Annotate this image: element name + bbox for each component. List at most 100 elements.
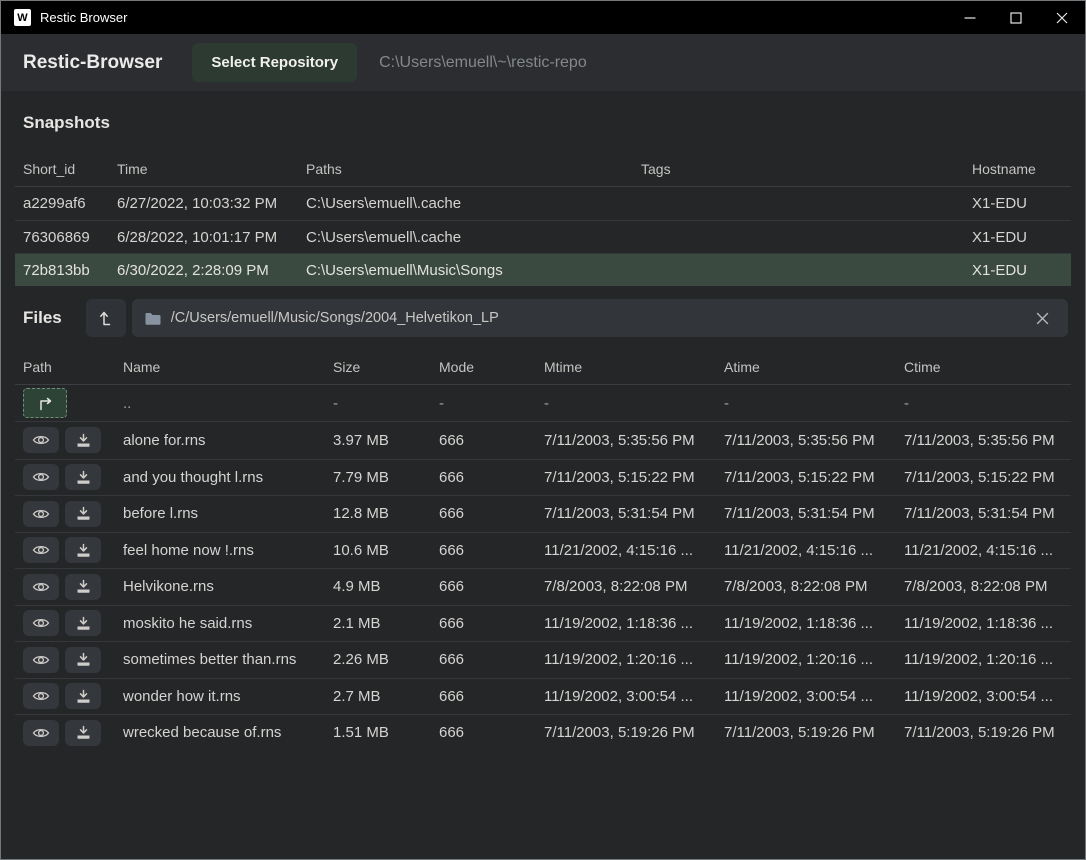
file-ctime: 11/19/2002, 1:20:16 ...: [904, 651, 1071, 668]
app-name: Restic-Browser: [23, 52, 162, 74]
go-up-button[interactable]: [86, 299, 126, 337]
snapshot-time: 6/30/2022, 2:28:09 PM: [117, 262, 306, 279]
download-icon: [76, 689, 91, 704]
file-name: before l.rns: [123, 505, 333, 522]
preview-file-button[interactable]: [23, 720, 59, 746]
download-icon: [76, 470, 91, 485]
download-file-button[interactable]: [65, 427, 101, 453]
parent-name: ..: [123, 395, 333, 412]
file-mtime: 7/11/2003, 5:31:54 PM: [544, 505, 724, 522]
file-row: wonder how it.rns 2.7 MB 666 11/19/2002,…: [15, 678, 1071, 715]
file-row: before l.rns 12.8 MB 666 7/11/2003, 5:31…: [15, 495, 1071, 532]
preview-file-button[interactable]: [23, 683, 59, 709]
download-file-button[interactable]: [65, 501, 101, 527]
snapshot-paths: C:\Users\emuell\.cache: [306, 229, 641, 246]
file-mtime: 7/11/2003, 5:35:56 PM: [544, 432, 724, 449]
preview-file-button[interactable]: [23, 501, 59, 527]
file-name: and you thought l.rns: [123, 469, 333, 486]
window-controls: [947, 1, 1085, 34]
download-icon: [76, 616, 91, 631]
column-name: Name: [123, 359, 333, 375]
file-mtime: 11/19/2002, 1:18:36 ...: [544, 615, 724, 632]
file-atime: 11/19/2002, 1:18:36 ...: [724, 615, 904, 632]
download-file-button[interactable]: [65, 610, 101, 636]
file-name: sometimes better than.rns: [123, 651, 333, 668]
current-path-input[interactable]: /C/Users/emuell/Music/Songs/2004_Helveti…: [132, 299, 1068, 337]
file-atime: 7/8/2003, 8:22:08 PM: [724, 578, 904, 595]
close-icon: [1056, 12, 1068, 24]
snapshots-table-header: Short_id Time Paths Tags Hostname: [15, 151, 1071, 187]
clear-path-button[interactable]: [1028, 304, 1056, 332]
window-title: Restic Browser: [40, 10, 127, 25]
maximize-button[interactable]: [993, 1, 1039, 34]
parent-mode: -: [439, 395, 544, 412]
file-size: 1.51 MB: [333, 724, 439, 741]
close-button[interactable]: [1039, 1, 1085, 34]
file-size: 2.7 MB: [333, 688, 439, 705]
file-mtime: 11/19/2002, 1:20:16 ...: [544, 651, 724, 668]
eye-icon: [32, 726, 50, 740]
snapshot-row[interactable]: a2299af6 6/27/2022, 10:03:32 PM C:\Users…: [15, 187, 1071, 220]
download-icon: [76, 506, 91, 521]
preview-file-button[interactable]: [23, 647, 59, 673]
download-file-button[interactable]: [65, 537, 101, 563]
file-size: 4.9 MB: [333, 578, 439, 595]
app-logo-icon: W: [14, 9, 31, 26]
column-tags: Tags: [641, 161, 972, 177]
column-mtime: Mtime: [544, 359, 724, 375]
eye-icon: [32, 433, 50, 447]
parent-atime: -: [724, 395, 904, 412]
file-mode: 666: [439, 688, 544, 705]
file-atime: 7/11/2003, 5:35:56 PM: [724, 432, 904, 449]
download-icon: [76, 433, 91, 448]
download-file-button[interactable]: [65, 574, 101, 600]
select-repository-button[interactable]: Select Repository: [192, 43, 357, 82]
level-up-icon: [98, 309, 114, 327]
file-ctime: 7/11/2003, 5:31:54 PM: [904, 505, 1071, 522]
minimize-icon: [964, 12, 976, 24]
preview-file-button[interactable]: [23, 464, 59, 490]
download-file-button[interactable]: [65, 720, 101, 746]
column-time: Time: [117, 161, 306, 177]
snapshot-short-id: 72b813bb: [23, 262, 117, 279]
file-mode: 666: [439, 542, 544, 559]
file-mode: 666: [439, 469, 544, 486]
file-name: moskito he said.rns: [123, 615, 333, 632]
column-ctime: Ctime: [904, 359, 1071, 375]
file-mode: 666: [439, 724, 544, 741]
snapshot-row[interactable]: 72b813bb 6/30/2022, 2:28:09 PM C:\Users\…: [15, 253, 1071, 286]
minimize-button[interactable]: [947, 1, 993, 34]
snapshot-time: 6/27/2022, 10:03:32 PM: [117, 195, 306, 212]
download-file-button[interactable]: [65, 683, 101, 709]
preview-file-button[interactable]: [23, 610, 59, 636]
eye-icon: [32, 470, 50, 484]
download-icon: [76, 543, 91, 558]
file-mtime: 7/11/2003, 5:15:22 PM: [544, 469, 724, 486]
download-file-button[interactable]: [65, 464, 101, 490]
clear-icon: [1036, 312, 1049, 325]
file-size: 10.6 MB: [333, 542, 439, 559]
download-file-button[interactable]: [65, 647, 101, 673]
file-name: alone for.rns: [123, 432, 333, 449]
column-short-id: Short_id: [23, 161, 117, 177]
snapshot-hostname: X1-EDU: [972, 195, 1071, 212]
snapshot-short-id: a2299af6: [23, 195, 117, 212]
maximize-icon: [1010, 12, 1022, 24]
download-icon: [76, 725, 91, 740]
titlebar[interactable]: W Restic Browser: [1, 1, 1085, 34]
file-size: 2.1 MB: [333, 615, 439, 632]
parent-directory-button[interactable]: [23, 388, 67, 418]
files-title: Files: [23, 308, 62, 328]
file-mtime: 7/11/2003, 5:19:26 PM: [544, 724, 724, 741]
preview-file-button[interactable]: [23, 427, 59, 453]
download-icon: [76, 652, 91, 667]
preview-file-button[interactable]: [23, 537, 59, 563]
parent-ctime: -: [904, 395, 1071, 412]
snapshot-row[interactable]: 76306869 6/28/2022, 10:01:17 PM C:\Users…: [15, 220, 1071, 253]
snapshot-paths: C:\Users\emuell\Music\Songs: [306, 262, 641, 279]
files-rows: alone for.rns 3.97 MB 666 7/11/2003, 5:3…: [15, 422, 1071, 751]
file-name: feel home now !.rns: [123, 542, 333, 559]
preview-file-button[interactable]: [23, 574, 59, 600]
download-icon: [76, 579, 91, 594]
file-mtime: 11/19/2002, 3:00:54 ...: [544, 688, 724, 705]
